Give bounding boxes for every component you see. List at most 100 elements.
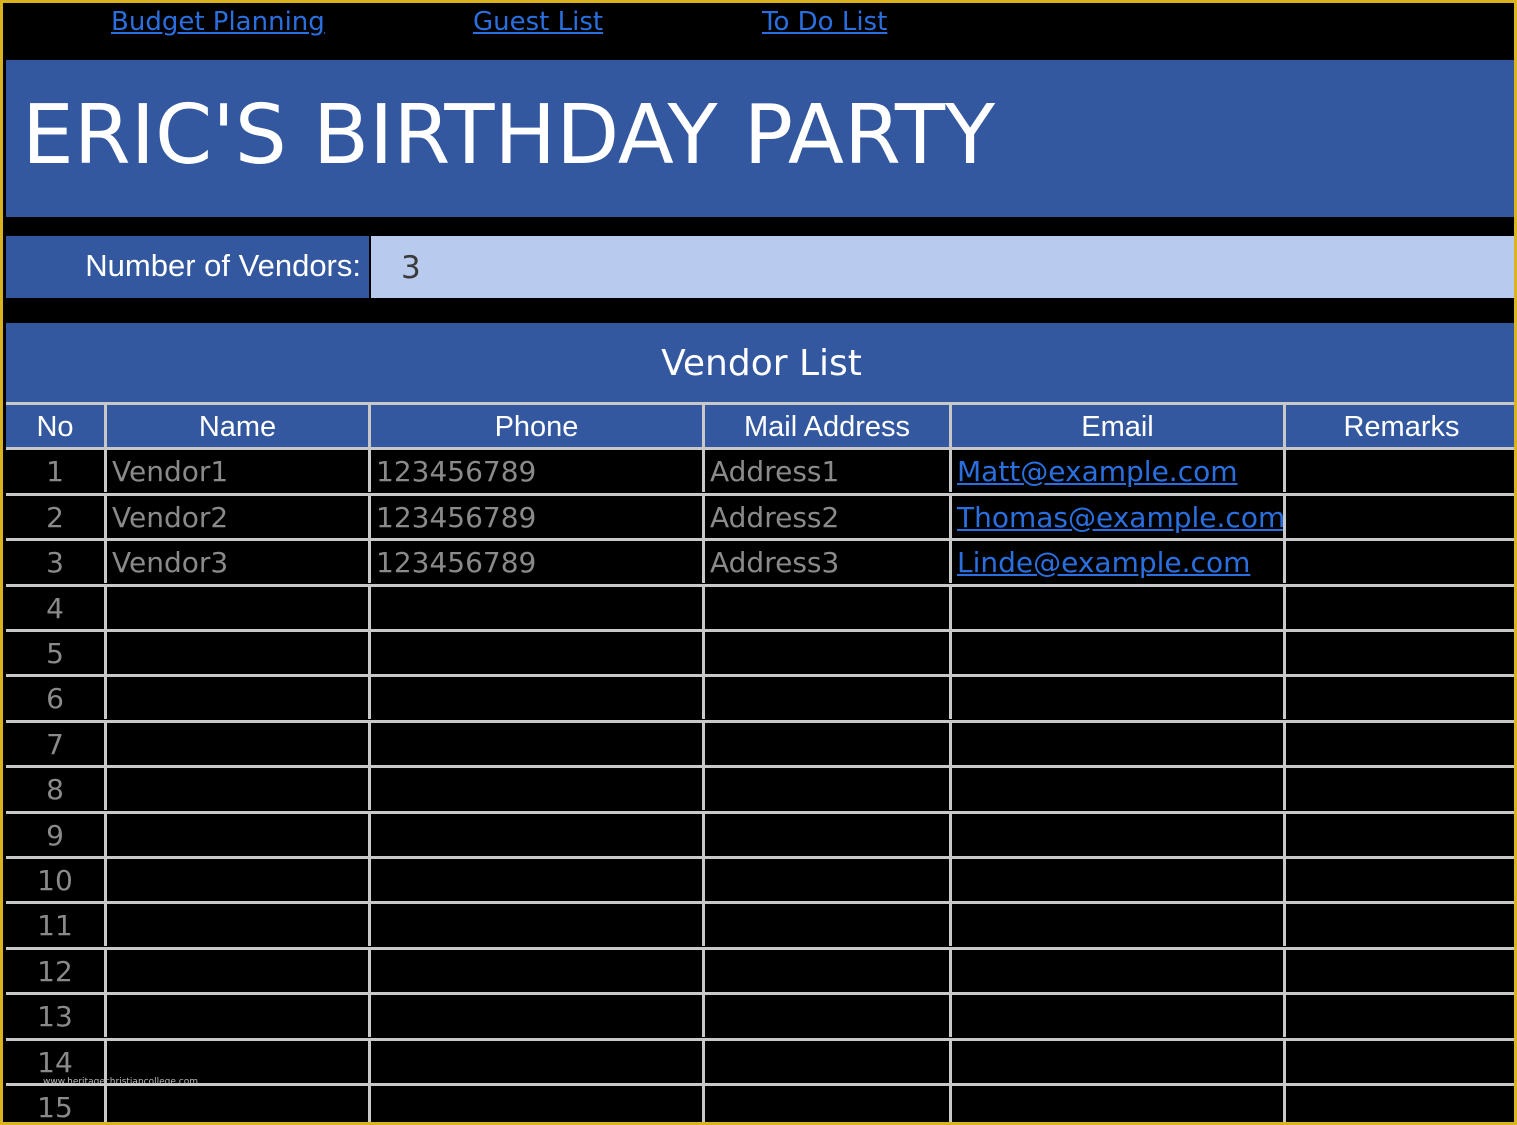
cell-phone[interactable]	[371, 1083, 705, 1122]
vendors-count-value[interactable]: 3	[371, 236, 1514, 298]
cell-email[interactable]	[952, 992, 1286, 1037]
cell-remarks[interactable]	[1286, 856, 1514, 901]
cell-email[interactable]	[952, 674, 1286, 719]
cell-remarks[interactable]	[1286, 674, 1514, 719]
cell-mail-address[interactable]: Address2	[705, 493, 952, 538]
cell-remarks[interactable]	[1286, 629, 1514, 674]
cell-mail-address[interactable]	[705, 1038, 952, 1083]
cell-remarks[interactable]	[1286, 992, 1514, 1037]
column-header-email[interactable]: Email	[952, 402, 1286, 447]
column-header-no[interactable]: No	[6, 402, 107, 447]
cell-phone[interactable]	[371, 629, 705, 674]
cell-name[interactable]	[107, 901, 371, 946]
cell-email[interactable]	[952, 629, 1286, 674]
cell-phone[interactable]	[371, 720, 705, 765]
cell-phone[interactable]: 123456789	[371, 493, 705, 538]
cell-remarks[interactable]	[1286, 901, 1514, 946]
cell-no[interactable]: 1	[6, 447, 107, 492]
nav-link-guest-list[interactable]: Guest List	[473, 3, 603, 43]
cell-no[interactable]: 10	[6, 856, 107, 901]
cell-remarks[interactable]	[1286, 720, 1514, 765]
cell-phone[interactable]: 123456789	[371, 538, 705, 583]
cell-mail-address[interactable]	[705, 629, 952, 674]
cell-phone[interactable]	[371, 765, 705, 810]
cell-name[interactable]	[107, 811, 371, 856]
cell-email[interactable]: Linde@example.com	[952, 538, 1286, 583]
cell-email[interactable]	[952, 765, 1286, 810]
nav-link-to-do-list[interactable]: To Do List	[762, 3, 887, 43]
cell-remarks[interactable]	[1286, 584, 1514, 629]
cell-remarks[interactable]	[1286, 493, 1514, 538]
cell-mail-address[interactable]: Address3	[705, 538, 952, 583]
column-header-phone[interactable]: Phone	[371, 402, 705, 447]
cell-mail-address[interactable]	[705, 674, 952, 719]
cell-phone[interactable]	[371, 674, 705, 719]
cell-mail-address[interactable]	[705, 901, 952, 946]
cell-name[interactable]	[107, 1083, 371, 1122]
column-header-name[interactable]: Name	[107, 402, 371, 447]
column-header-mail-address[interactable]: Mail Address	[705, 402, 952, 447]
cell-phone[interactable]	[371, 811, 705, 856]
cell-mail-address[interactable]	[705, 992, 952, 1037]
cell-remarks[interactable]	[1286, 947, 1514, 992]
cell-no[interactable]: 12	[6, 947, 107, 992]
cell-no[interactable]: 3	[6, 538, 107, 583]
cell-remarks[interactable]	[1286, 1083, 1514, 1122]
cell-name[interactable]	[107, 584, 371, 629]
cell-name[interactable]	[107, 992, 371, 1037]
cell-remarks[interactable]	[1286, 1038, 1514, 1083]
cell-phone[interactable]	[371, 947, 705, 992]
cell-mail-address[interactable]	[705, 765, 952, 810]
cell-mail-address[interactable]	[705, 1083, 952, 1122]
cell-no[interactable]: 4	[6, 584, 107, 629]
email-link[interactable]: Linde@example.com	[957, 546, 1250, 579]
cell-no[interactable]: 7	[6, 720, 107, 765]
cell-no[interactable]: 2	[6, 493, 107, 538]
cell-email[interactable]: Thomas@example.com	[952, 493, 1286, 538]
cell-remarks[interactable]	[1286, 765, 1514, 810]
cell-name[interactable]	[107, 720, 371, 765]
cell-name[interactable]	[107, 856, 371, 901]
cell-remarks[interactable]	[1286, 447, 1514, 492]
cell-name[interactable]	[107, 674, 371, 719]
cell-mail-address[interactable]	[705, 584, 952, 629]
nav-link-budget-planning[interactable]: Budget Planning	[111, 3, 325, 43]
cell-no[interactable]: 8	[6, 765, 107, 810]
cell-email[interactable]	[952, 811, 1286, 856]
column-header-remarks[interactable]: Remarks	[1286, 402, 1514, 447]
cell-no[interactable]: 11	[6, 901, 107, 946]
cell-phone[interactable]	[371, 992, 705, 1037]
cell-email[interactable]	[952, 720, 1286, 765]
cell-no[interactable]: 13	[6, 992, 107, 1037]
cell-name[interactable]: Vendor2	[107, 493, 371, 538]
cell-mail-address[interactable]	[705, 856, 952, 901]
cell-email[interactable]	[952, 947, 1286, 992]
cell-email[interactable]	[952, 856, 1286, 901]
cell-email[interactable]	[952, 1083, 1286, 1122]
cell-name[interactable]	[107, 947, 371, 992]
cell-email[interactable]: Matt@example.com	[952, 447, 1286, 492]
cell-phone[interactable]	[371, 856, 705, 901]
cell-phone[interactable]	[371, 1038, 705, 1083]
cell-phone[interactable]: 123456789	[371, 447, 705, 492]
cell-phone[interactable]	[371, 901, 705, 946]
cell-remarks[interactable]	[1286, 538, 1514, 583]
cell-no[interactable]: 5	[6, 629, 107, 674]
cell-mail-address[interactable]	[705, 947, 952, 992]
cell-mail-address[interactable]	[705, 720, 952, 765]
cell-phone[interactable]	[371, 584, 705, 629]
cell-email[interactable]	[952, 1038, 1286, 1083]
cell-name[interactable]	[107, 765, 371, 810]
cell-name[interactable]: Vendor3	[107, 538, 371, 583]
cell-name[interactable]	[107, 629, 371, 674]
cell-mail-address[interactable]: Address1	[705, 447, 952, 492]
cell-name[interactable]: Vendor1	[107, 447, 371, 492]
cell-no[interactable]: 15	[6, 1083, 107, 1122]
cell-email[interactable]	[952, 584, 1286, 629]
email-link[interactable]: Matt@example.com	[957, 455, 1238, 488]
cell-mail-address[interactable]	[705, 811, 952, 856]
cell-remarks[interactable]	[1286, 811, 1514, 856]
cell-no[interactable]: 9	[6, 811, 107, 856]
cell-no[interactable]: 6	[6, 674, 107, 719]
email-link[interactable]: Thomas@example.com	[957, 501, 1283, 534]
